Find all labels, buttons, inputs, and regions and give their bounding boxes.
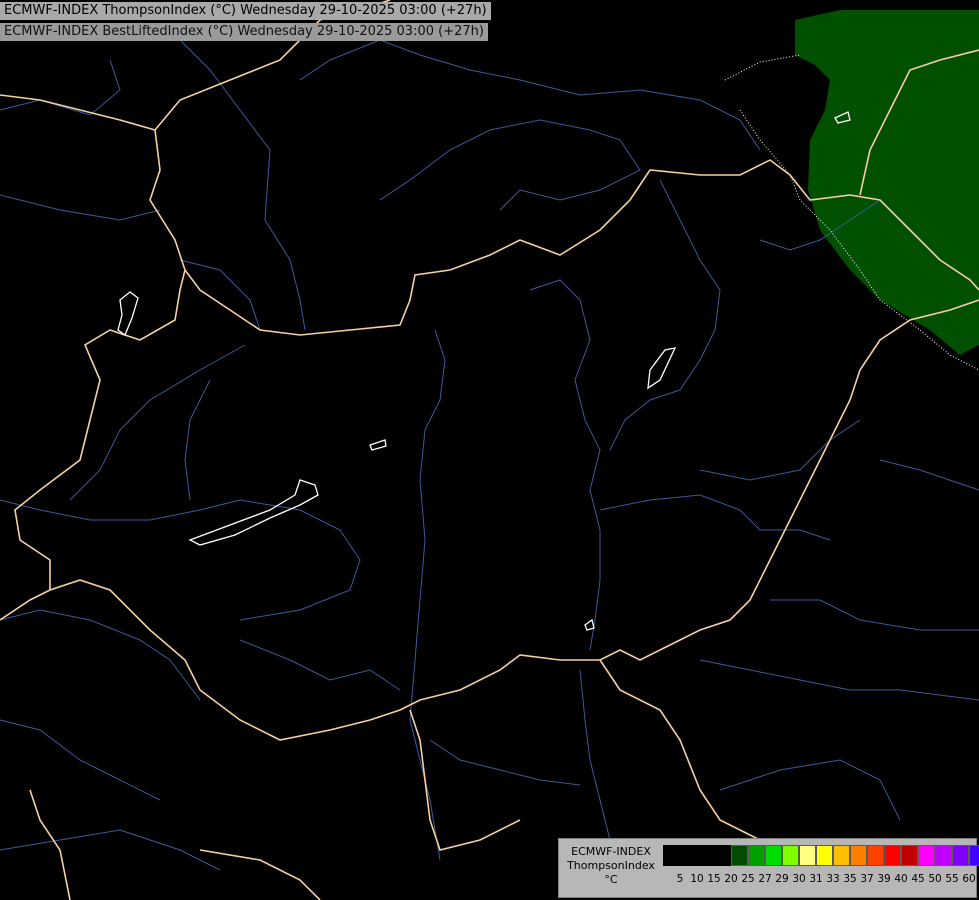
legend-swatch [799,845,816,866]
legend-tick-label: 29 [775,873,789,885]
weather-map [0,0,979,900]
legend-swatch [816,845,833,866]
legend-swatch [850,845,867,866]
legend-title-index: ThompsonIndex [567,859,655,872]
legend-tick-label: 27 [758,873,772,885]
legend-tick-label: 33 [826,873,840,885]
lakes [117,111,851,631]
legend-tick-label: 20 [724,873,738,885]
legend-title-unit: °C [604,873,618,886]
legend-swatch [748,845,765,866]
lake-tisza [647,347,677,390]
legend-ticks: 5 10 15 20 25 27 29 30 31 33 35 37 39 40 45 50 55 60 [663,873,976,889]
legend-swatch [952,845,969,866]
legend-swatch [697,845,714,866]
legend-tick-label: 25 [741,873,755,885]
legend-swatch [884,845,901,866]
legend-swatch [714,845,731,866]
legend-title: ECMWF-INDEX ThompsonIndex °C [561,845,661,887]
lake-small-1 [369,439,387,451]
thompson-index-region [795,10,979,355]
legend-tick-label: 50 [928,873,942,885]
legend-swatch [901,845,918,866]
legend-tick-label: 37 [860,873,874,885]
legend-swatch [765,845,782,866]
legend-tick-label: 45 [911,873,925,885]
legend-tick-label: 55 [945,873,959,885]
legend-swatch [969,845,979,866]
legend-swatch [918,845,935,866]
legend-tick-label: 40 [894,873,908,885]
legend-swatch [867,845,884,866]
legend-tick-label: 31 [809,873,823,885]
title-best-lifted-index: ECMWF-INDEX BestLiftedIndex (°C) Wednesd… [0,23,488,41]
legend-tick-label: 39 [877,873,891,885]
legend-swatch [782,845,799,866]
legend-tick-label: 60 [962,873,976,885]
lake-neusiedl [117,291,139,337]
legend-swatch [663,845,680,866]
legend-tick-label: 15 [707,873,721,885]
legend-swatch [935,845,952,866]
legend-title-model: ECMWF-INDEX [571,845,651,858]
color-legend: ECMWF-INDEX ThompsonIndex °C 5 10 15 20 25 27… [558,838,979,898]
legend-tick-label: 5 [676,873,684,885]
legend-tick-label: 30 [792,873,806,885]
legend-swatch [833,845,850,866]
legend-swatches [663,845,979,866]
lake-small-2 [584,618,595,631]
legend-swatch [731,845,748,866]
legend-tick-label: 10 [690,873,704,885]
legend-tick-label: 35 [843,873,857,885]
legend-swatch [680,845,697,866]
map-viewer: ECMWF-INDEX ThompsonIndex (°C) Wednesday… [0,0,979,900]
title-thompson-index: ECMWF-INDEX ThompsonIndex (°C) Wednesday… [0,2,491,20]
lake-balaton [188,479,319,546]
